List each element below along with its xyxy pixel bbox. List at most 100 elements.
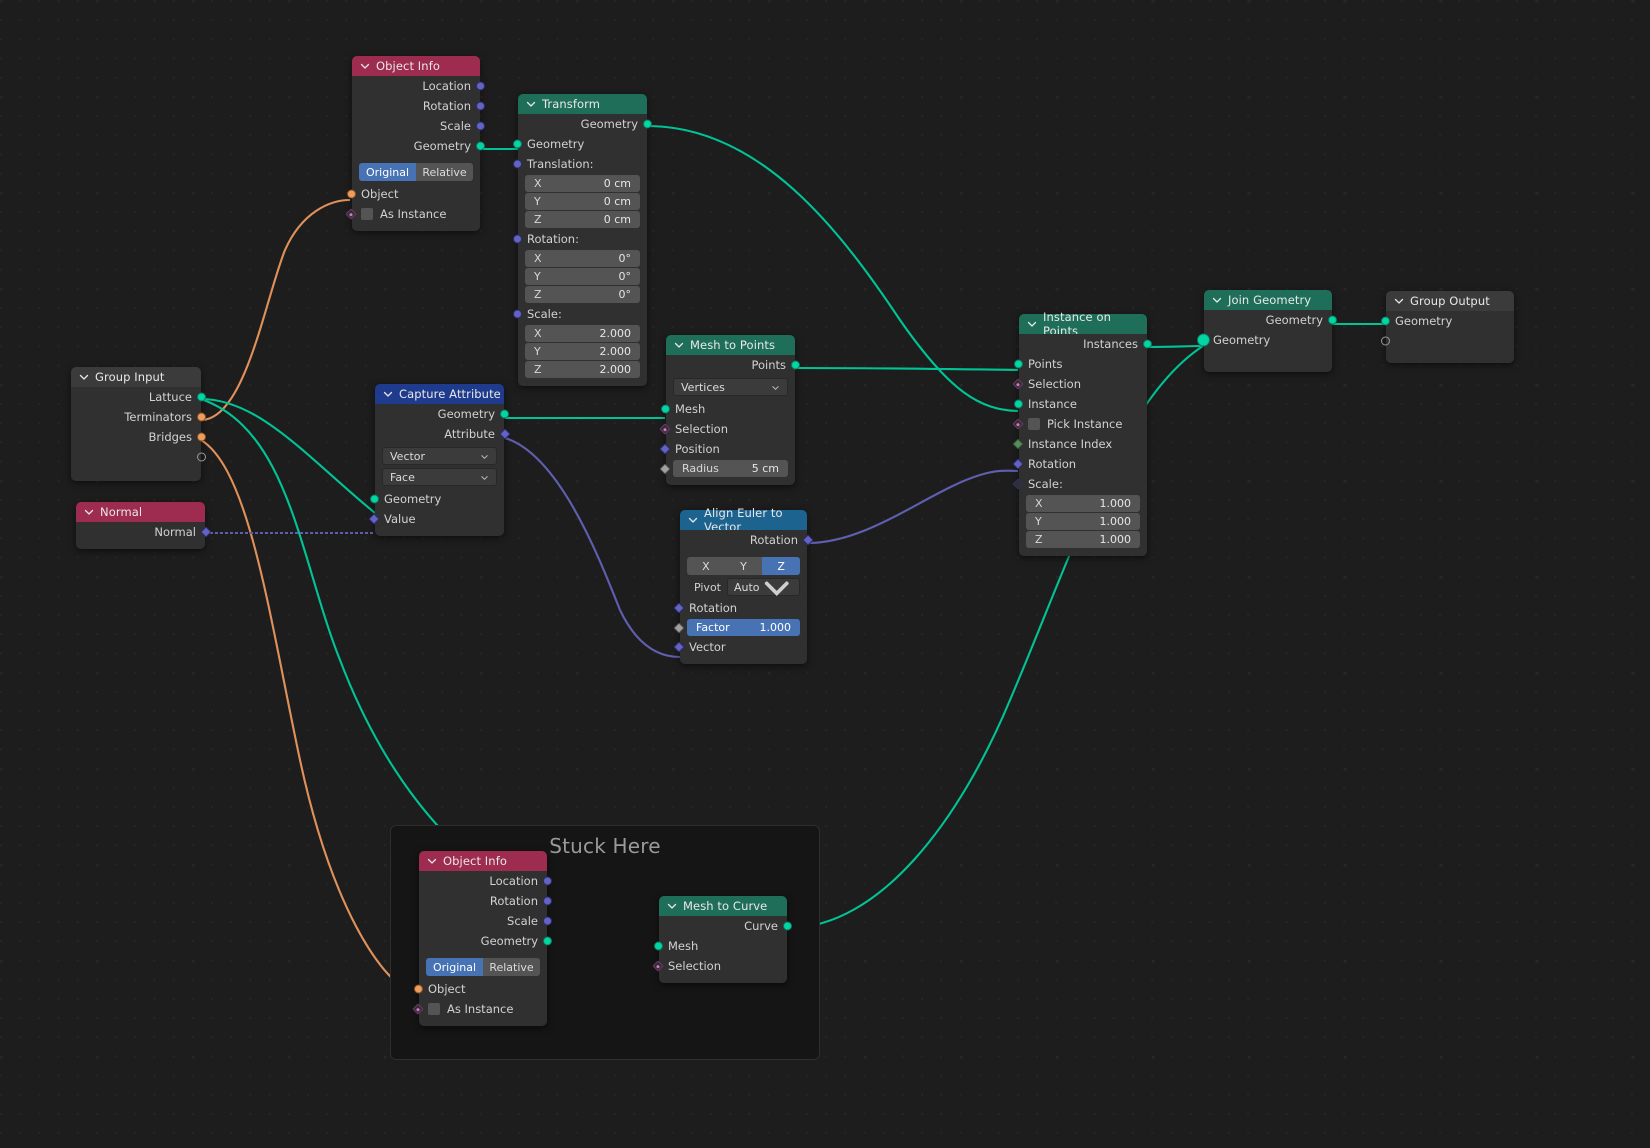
node-join-geometry[interactable]: Join Geometry Geometry Geometry: [1197, 290, 1337, 372]
axis-option-x[interactable]: X: [687, 557, 725, 575]
input-geometry[interactable]: Geometry: [1197, 330, 1332, 350]
socket-scale[interactable]: [476, 121, 485, 131]
scale-y-field[interactable]: Y 1.000: [1026, 513, 1140, 530]
input-translation[interactable]: Translation:: [513, 154, 647, 174]
node-header[interactable]: Object Info: [352, 56, 480, 76]
socket-curve[interactable]: [783, 921, 792, 931]
mode-dropdown[interactable]: Vertices: [673, 378, 788, 396]
input-new-socket[interactable]: [1381, 331, 1514, 351]
node-normal[interactable]: Normal Normal: [76, 502, 212, 549]
transform-space-toggle[interactable]: Original Relative: [359, 163, 473, 181]
option-relative[interactable]: Relative: [483, 958, 540, 976]
rotation-z-field[interactable]: Z 0°: [525, 286, 640, 303]
input-object[interactable]: Object: [347, 184, 480, 204]
chevron-down-icon[interactable]: [1026, 318, 1038, 330]
socket-geometry-out[interactable]: [1328, 315, 1337, 325]
socket-rotation[interactable]: [543, 896, 552, 906]
socket-translation[interactable]: [513, 159, 522, 169]
chevron-down-icon[interactable]: [83, 506, 95, 518]
output-geometry[interactable]: Geometry: [375, 404, 509, 424]
input-value[interactable]: Value: [368, 509, 504, 529]
node-header[interactable]: Mesh to Points: [666, 335, 795, 355]
node-header[interactable]: Normal: [76, 502, 205, 522]
socket-add-new[interactable]: [197, 452, 206, 462]
translation-z-field[interactable]: Z 0 cm: [525, 211, 640, 228]
radius-field[interactable]: Radius 5 cm: [673, 460, 788, 477]
chevron-down-icon[interactable]: [382, 388, 394, 400]
socket-geometry[interactable]: [1381, 316, 1390, 326]
node-group-output[interactable]: Group Output Geometry: [1381, 291, 1514, 363]
chevron-down-icon[interactable]: [426, 855, 438, 867]
scale-y-field[interactable]: Y 2.000: [525, 343, 640, 360]
socket-mesh[interactable]: [661, 404, 670, 414]
socket-rotation[interactable]: [1012, 458, 1024, 470]
as-instance-checkbox[interactable]: [361, 208, 373, 220]
chevron-down-icon[interactable]: [78, 371, 90, 383]
socket-rotation[interactable]: [513, 234, 522, 244]
option-original[interactable]: Original: [426, 958, 483, 976]
socket-pick-instance[interactable]: [1012, 418, 1024, 430]
node-header[interactable]: Instance on Points: [1019, 310, 1147, 338]
input-geometry[interactable]: Geometry: [370, 489, 504, 509]
node-header[interactable]: Transform: [518, 94, 647, 114]
input-as-instance[interactable]: As Instance: [345, 204, 480, 224]
socket-location[interactable]: [543, 876, 552, 886]
socket-radius[interactable]: [659, 462, 671, 475]
socket-terminators[interactable]: [197, 412, 206, 422]
input-instance[interactable]: Instance: [1014, 394, 1147, 414]
node-header[interactable]: Group Output: [1386, 291, 1514, 311]
axis-option-y[interactable]: Y: [724, 557, 763, 575]
output-scale[interactable]: Scale: [352, 116, 485, 136]
input-instance-index[interactable]: Instance Index: [1012, 434, 1147, 454]
chevron-down-icon[interactable]: [1393, 295, 1405, 307]
node-mesh-to-curve[interactable]: Mesh to Curve Curve Mesh Selection: [652, 896, 792, 983]
socket-geometry-out[interactable]: [500, 409, 509, 419]
data-type-dropdown[interactable]: Vector: [382, 447, 497, 465]
socket-geometry[interactable]: [476, 141, 485, 151]
socket-as-instance[interactable]: [345, 208, 357, 220]
node-capture-attribute[interactable]: Capture Attribute Geometry Attribute Vec…: [368, 384, 511, 536]
input-geometry[interactable]: Geometry: [1381, 311, 1514, 331]
socket-scale[interactable]: [1012, 478, 1024, 490]
scale-x-field[interactable]: X 2.000: [525, 325, 640, 342]
socket-object[interactable]: [414, 984, 423, 994]
pivot-row[interactable]: Pivot Auto: [687, 578, 800, 597]
socket-scale[interactable]: [513, 309, 522, 319]
chevron-down-icon[interactable]: [666, 900, 678, 912]
rotation-x-field[interactable]: X 0°: [525, 250, 640, 267]
socket-geometry[interactable]: [543, 936, 552, 946]
node-header[interactable]: Object Info: [419, 851, 547, 871]
output-lattuce[interactable]: Lattuce: [71, 387, 206, 407]
output-curve[interactable]: Curve: [659, 916, 792, 936]
pick-instance-checkbox[interactable]: [1028, 418, 1040, 430]
chevron-down-icon[interactable]: [359, 60, 371, 72]
output-geometry[interactable]: Geometry: [1204, 310, 1337, 330]
input-object[interactable]: Object: [414, 979, 547, 999]
socket-geometry-out[interactable]: [643, 119, 652, 129]
socket-rotation-out[interactable]: [802, 534, 814, 546]
domain-dropdown[interactable]: Face: [382, 468, 497, 486]
input-selection[interactable]: Selection: [652, 956, 787, 976]
input-selection[interactable]: Selection: [1012, 374, 1147, 394]
output-normal[interactable]: Normal: [76, 522, 212, 542]
output-rotation[interactable]: Rotation: [680, 530, 814, 550]
socket-location[interactable]: [476, 81, 485, 91]
socket-mesh[interactable]: [654, 941, 663, 951]
input-mesh[interactable]: Mesh: [661, 399, 795, 419]
socket-scale[interactable]: [543, 916, 552, 926]
input-as-instance[interactable]: As Instance: [412, 999, 547, 1019]
input-selection[interactable]: Selection: [659, 419, 795, 439]
output-new-socket[interactable]: [71, 447, 206, 467]
socket-value[interactable]: [368, 513, 380, 525]
socket-add-new[interactable]: [1381, 336, 1390, 346]
scale-z-field[interactable]: Z 1.000: [1026, 531, 1140, 548]
socket-rotation[interactable]: [476, 101, 485, 111]
output-points[interactable]: Points: [666, 355, 800, 375]
output-geometry[interactable]: Geometry: [419, 931, 552, 951]
input-rotation[interactable]: Rotation:: [513, 229, 647, 249]
output-instances[interactable]: Instances: [1019, 334, 1152, 354]
socket-geometry-in[interactable]: [513, 139, 522, 149]
node-header[interactable]: Mesh to Curve: [659, 896, 787, 916]
factor-field[interactable]: Factor 1.000: [687, 619, 800, 636]
output-bridges[interactable]: Bridges: [71, 427, 206, 447]
